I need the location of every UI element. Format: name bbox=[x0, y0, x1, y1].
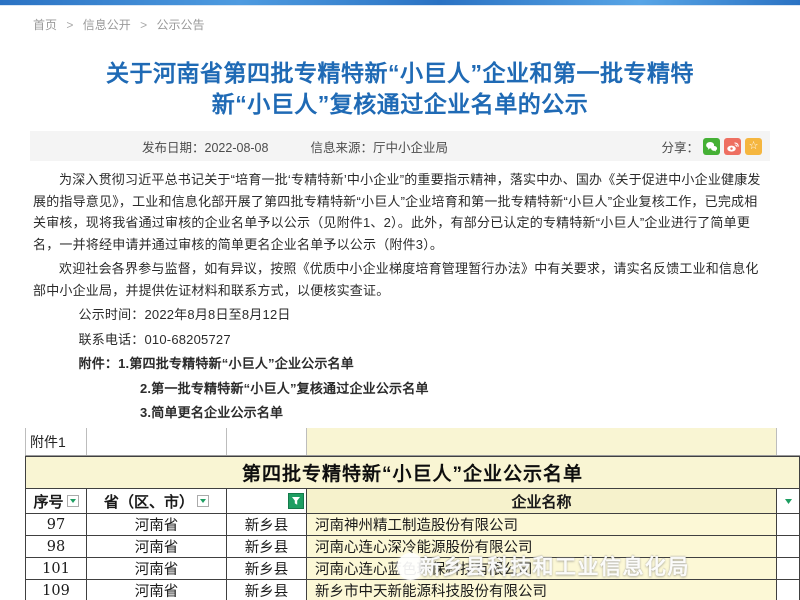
cell-serial: 97 bbox=[25, 514, 87, 536]
cell-county: 新乡县 bbox=[227, 580, 307, 600]
page-title: 关于河南省第四批专精特新“小巨人”企业和第一批专精特 新“小巨人”复核通过企业名… bbox=[50, 58, 750, 120]
breadcrumb-home-link[interactable]: 首页 bbox=[33, 18, 57, 32]
attachment1-label-row: 附件1 bbox=[25, 428, 800, 456]
filter-dropdown-serial-icon[interactable] bbox=[67, 495, 79, 507]
attachments-line-3: 3.简单更名企业公示名单 bbox=[33, 402, 770, 424]
header-company: 企业名称 bbox=[307, 489, 777, 514]
cell-county: 新乡县 bbox=[227, 536, 307, 558]
share-qzone-icon[interactable]: ☆ bbox=[745, 138, 762, 155]
cell-serial: 101 bbox=[25, 558, 87, 580]
cell-county: 新乡县 bbox=[227, 558, 307, 580]
table-row: 97 河南省 新乡县 河南神州精工制造股份有限公司 bbox=[25, 514, 800, 536]
table-header-row: 序号 省（区、市） 企业名称 bbox=[25, 488, 800, 514]
table-row: 98 河南省 新乡县 河南心连心深冷能源股份有限公司 bbox=[25, 536, 800, 558]
empty-cell bbox=[227, 428, 307, 455]
breadcrumb-notice-link[interactable]: 公示公告 bbox=[156, 18, 204, 32]
attachment1-label: 附件1 bbox=[25, 428, 87, 455]
header-extra bbox=[777, 489, 800, 514]
share-label: 分享： bbox=[661, 137, 699, 156]
attachments-line-1: 附件：1.第四批专精特新“小巨人”企业公示名单 bbox=[33, 353, 770, 375]
table-title: 第四批专精特新“小巨人”企业公示名单 bbox=[242, 459, 583, 486]
page-title-line2: 新“小巨人”复核通过企业名单的公示 bbox=[212, 91, 589, 117]
header-serial: 序号 bbox=[25, 489, 87, 514]
header-serial-label: 序号 bbox=[33, 491, 63, 512]
filter-dropdown-province-icon[interactable] bbox=[197, 495, 209, 507]
publish-date: 发布日期：2022-08-08 bbox=[142, 137, 268, 156]
empty-cell bbox=[307, 428, 777, 455]
empty-cell bbox=[777, 428, 800, 455]
notice-time: 公示时间：2022年8月8日至8月12日 bbox=[33, 304, 770, 326]
breadcrumb: 首页 > 信息公开 > 公示公告 bbox=[33, 16, 204, 33]
breadcrumb-separator: > bbox=[66, 18, 73, 32]
page: 首页 > 信息公开 > 公示公告 关于河南省第四批专精特新“小巨人”企业和第一批… bbox=[0, 0, 800, 600]
paragraph-2: 欢迎社会各界参与监督，如有异议，按照《优质中小企业梯度培育管理暂行办法》中有关要… bbox=[33, 258, 770, 301]
table-title-row: 第四批专精特新“小巨人”企业公示名单 bbox=[25, 456, 800, 488]
attachment1-spreadsheet: 附件1 第四批专精特新“小巨人”企业公示名单 序号 省（区、市） bbox=[25, 428, 800, 600]
cell-province: 河南省 bbox=[87, 558, 227, 580]
cell-province: 河南省 bbox=[87, 580, 227, 600]
cell-county: 新乡县 bbox=[227, 514, 307, 536]
filter-active-funnel-icon[interactable] bbox=[288, 493, 304, 509]
cell-serial: 98 bbox=[25, 536, 87, 558]
cell-company: 河南神州精工制造股份有限公司 bbox=[307, 514, 777, 536]
share-wechat-icon[interactable] bbox=[703, 138, 720, 155]
page-title-line1: 关于河南省第四批专精特新“小巨人”企业和第一批专精特 bbox=[106, 60, 694, 86]
share-weibo-icon[interactable] bbox=[724, 138, 741, 155]
attachments-line-2: 2.第一批专精特新“小巨人”复核通过企业公示名单 bbox=[33, 378, 770, 400]
cell-serial: 109 bbox=[25, 580, 87, 600]
breadcrumb-separator: > bbox=[140, 18, 147, 32]
top-banner-bar bbox=[0, 0, 800, 6]
header-county bbox=[227, 489, 307, 514]
cell-company: 河南心连心蓝色环保科技有限公司 bbox=[307, 558, 777, 580]
empty-cell bbox=[777, 514, 800, 536]
meta-bar: 发布日期：2022-08-08 信息来源：厅中小企业局 分享： bbox=[30, 131, 770, 161]
empty-cell bbox=[777, 536, 800, 558]
cell-company: 河南心连心深冷能源股份有限公司 bbox=[307, 536, 777, 558]
empty-cell bbox=[87, 428, 227, 455]
breadcrumb-info-link[interactable]: 信息公开 bbox=[83, 18, 131, 32]
header-province: 省（区、市） bbox=[87, 489, 227, 514]
cell-company: 新乡市中天新能源科技股份有限公司 bbox=[307, 580, 777, 600]
empty-cell bbox=[777, 558, 800, 580]
header-province-label: 省（区、市） bbox=[104, 491, 194, 512]
share-bar: 分享： ☆ bbox=[661, 137, 762, 156]
table-row: 109 河南省 新乡县 新乡市中天新能源科技股份有限公司 bbox=[25, 580, 800, 600]
filter-dropdown-company-icon[interactable] bbox=[781, 495, 795, 507]
cell-province: 河南省 bbox=[87, 514, 227, 536]
info-source: 信息来源：厅中小企业局 bbox=[310, 137, 448, 156]
empty-cell bbox=[777, 580, 800, 600]
contact-phone: 联系电话：010-68205727 bbox=[33, 329, 770, 351]
header-company-label: 企业名称 bbox=[511, 491, 571, 512]
cell-province: 河南省 bbox=[87, 536, 227, 558]
article-body: 为深入贯彻习近平总书记关于“培育一批‘专精特新’中小企业”的重要指示精神，落实中… bbox=[33, 166, 770, 454]
table-row: 101 河南省 新乡县 河南心连心蓝色环保科技有限公司 bbox=[25, 558, 800, 580]
paragraph-1: 为深入贯彻习近平总书记关于“培育一批‘专精特新’中小企业”的重要指示精神，落实中… bbox=[33, 169, 770, 255]
